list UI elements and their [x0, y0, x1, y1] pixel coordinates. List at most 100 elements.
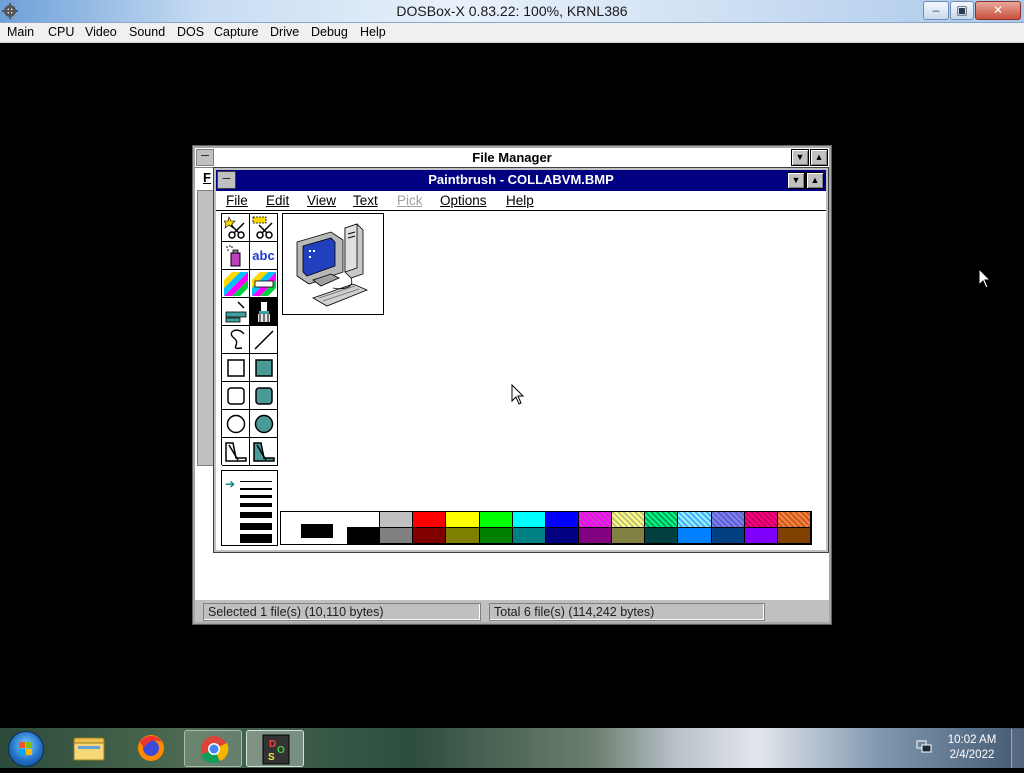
- show-desktop-button[interactable]: [1011, 729, 1024, 768]
- status-bar: Selected 1 file(s) (10,110 bytes) Total …: [195, 599, 829, 622]
- dosbox-icon: DOS: [262, 734, 290, 765]
- palette-color-bottom-11[interactable]: [711, 528, 745, 544]
- collabvm-bitmap-image[interactable]: [282, 213, 384, 315]
- palette-color-bottom-2[interactable]: [413, 528, 447, 544]
- menu-edit[interactable]: Edit: [266, 193, 289, 208]
- filled-rounded-box-tool[interactable]: [250, 382, 278, 410]
- line-width-4[interactable]: [240, 503, 272, 507]
- paintbrush-window[interactable]: ─ Paintbrush - COLLABVM.BMP ▼ ▲ File Edi…: [213, 167, 829, 553]
- palette-color-bottom-6[interactable]: [545, 528, 579, 544]
- line-icon: [254, 330, 274, 350]
- box-tool[interactable]: [222, 354, 250, 382]
- palette-color-bottom-8[interactable]: [612, 528, 646, 544]
- menu-file[interactable]: F: [203, 170, 211, 185]
- minimize-arrow-icon[interactable]: ▼: [791, 149, 809, 166]
- palette-color-bottom-1[interactable]: [380, 528, 414, 544]
- menu-sound[interactable]: Sound: [129, 25, 165, 39]
- menu-file[interactable]: File: [226, 193, 248, 208]
- circle-tool[interactable]: [222, 410, 250, 438]
- paint-roller-tool[interactable]: [222, 298, 250, 326]
- minimize-arrow-icon[interactable]: ▼: [787, 172, 805, 189]
- palette-color-top-6[interactable]: [545, 512, 579, 528]
- palette-color-bottom-13[interactable]: [777, 528, 811, 544]
- menu-view[interactable]: View: [307, 193, 336, 208]
- palette-color-bottom-5[interactable]: [512, 528, 546, 544]
- menu-help[interactable]: Help: [360, 25, 386, 39]
- palette-color-top-2[interactable]: [413, 512, 447, 528]
- rounded-box-outline-icon: [227, 387, 245, 405]
- color-eraser-tool[interactable]: [222, 270, 250, 298]
- pick-select-tool[interactable]: [250, 214, 278, 242]
- polygon-tool[interactable]: [222, 438, 250, 466]
- palette-color-bottom-4[interactable]: [479, 528, 513, 544]
- minimize-button[interactable]: –: [923, 1, 949, 20]
- scissors-select-tool[interactable]: [222, 214, 250, 242]
- close-button[interactable]: ✕: [975, 1, 1021, 20]
- palette-color-bottom-12[interactable]: [744, 528, 778, 544]
- line-width-7[interactable]: [240, 534, 272, 543]
- maximize-arrow-icon[interactable]: ▲: [810, 149, 828, 166]
- palette-color-bottom-3[interactable]: [446, 528, 480, 544]
- menu-text[interactable]: Text: [353, 193, 378, 208]
- palette-color-top-7[interactable]: [578, 512, 613, 528]
- menu-options[interactable]: Options: [440, 193, 487, 208]
- palette-color-top-10[interactable]: [678, 512, 712, 528]
- eraser-tool[interactable]: [250, 270, 278, 298]
- airbrush-tool[interactable]: [222, 242, 250, 270]
- taskbar-firefox[interactable]: [122, 730, 180, 767]
- line-width-2[interactable]: [240, 488, 272, 490]
- menu-text-label: Text: [353, 193, 378, 208]
- menu-capture[interactable]: Capture: [214, 25, 258, 39]
- palette-color-top-4[interactable]: [479, 512, 513, 528]
- maximize-arrow-icon[interactable]: ▲: [806, 172, 824, 189]
- menu-help-label: Help: [506, 193, 534, 208]
- line-width-3[interactable]: [240, 495, 272, 498]
- palette-color-top-1[interactable]: [380, 512, 414, 528]
- maximize-button[interactable]: ▣: [950, 1, 974, 20]
- palette-color-top-8[interactable]: [612, 512, 646, 528]
- palette-color-bottom-7[interactable]: [578, 528, 613, 544]
- line-width-5[interactable]: [240, 512, 272, 518]
- palette-color-top-0[interactable]: [347, 512, 381, 528]
- menu-debug[interactable]: Debug: [311, 25, 348, 39]
- filled-polygon-tool[interactable]: [250, 438, 278, 466]
- taskbar-dosbox[interactable]: DOS: [246, 730, 304, 767]
- rounded-box-filled-icon: [255, 387, 273, 405]
- palette-color-top-12[interactable]: [744, 512, 778, 528]
- box-filled-icon: [255, 359, 273, 377]
- host-mouse-cursor-icon: [978, 267, 992, 295]
- palette-color-bottom-9[interactable]: [645, 528, 679, 544]
- drawing-canvas[interactable]: [280, 213, 824, 471]
- menu-dos[interactable]: DOS: [177, 25, 204, 39]
- menu-drive[interactable]: Drive: [270, 25, 299, 39]
- start-button[interactable]: [8, 731, 44, 767]
- host-window-title: DOSBox-X 0.83.22: 100%, KRNL386: [396, 3, 628, 19]
- line-width-selector[interactable]: ➔: [221, 470, 278, 546]
- tree-scrollbar[interactable]: [197, 190, 215, 466]
- menu-main[interactable]: Main: [7, 25, 34, 39]
- line-width-6[interactable]: [240, 523, 272, 530]
- filled-box-tool[interactable]: [250, 354, 278, 382]
- palette-color-top-5[interactable]: [512, 512, 546, 528]
- menu-edit-label: Edit: [266, 193, 290, 208]
- palette-color-top-9[interactable]: [645, 512, 679, 528]
- text-tool[interactable]: abc: [250, 242, 278, 270]
- filled-circle-tool[interactable]: [250, 410, 278, 438]
- network-icon[interactable]: [916, 740, 932, 754]
- palette-color-top-3[interactable]: [446, 512, 480, 528]
- line-tool[interactable]: [250, 326, 278, 354]
- system-clock[interactable]: 10:02 AM 2/4/2022: [940, 733, 1004, 763]
- taskbar-chrome[interactable]: [184, 730, 242, 767]
- palette-color-bottom-0[interactable]: [347, 528, 381, 544]
- brush-tool[interactable]: [250, 298, 278, 326]
- menu-cpu[interactable]: CPU: [48, 25, 74, 39]
- palette-color-bottom-10[interactable]: [678, 528, 712, 544]
- menu-video[interactable]: Video: [85, 25, 117, 39]
- palette-color-top-11[interactable]: [711, 512, 745, 528]
- rounded-box-tool[interactable]: [222, 382, 250, 410]
- palette-color-top-13[interactable]: [777, 512, 811, 528]
- menu-help[interactable]: Help: [506, 193, 534, 208]
- curve-tool[interactable]: [222, 326, 250, 354]
- taskbar-explorer[interactable]: [60, 730, 118, 767]
- line-width-1[interactable]: [240, 481, 272, 482]
